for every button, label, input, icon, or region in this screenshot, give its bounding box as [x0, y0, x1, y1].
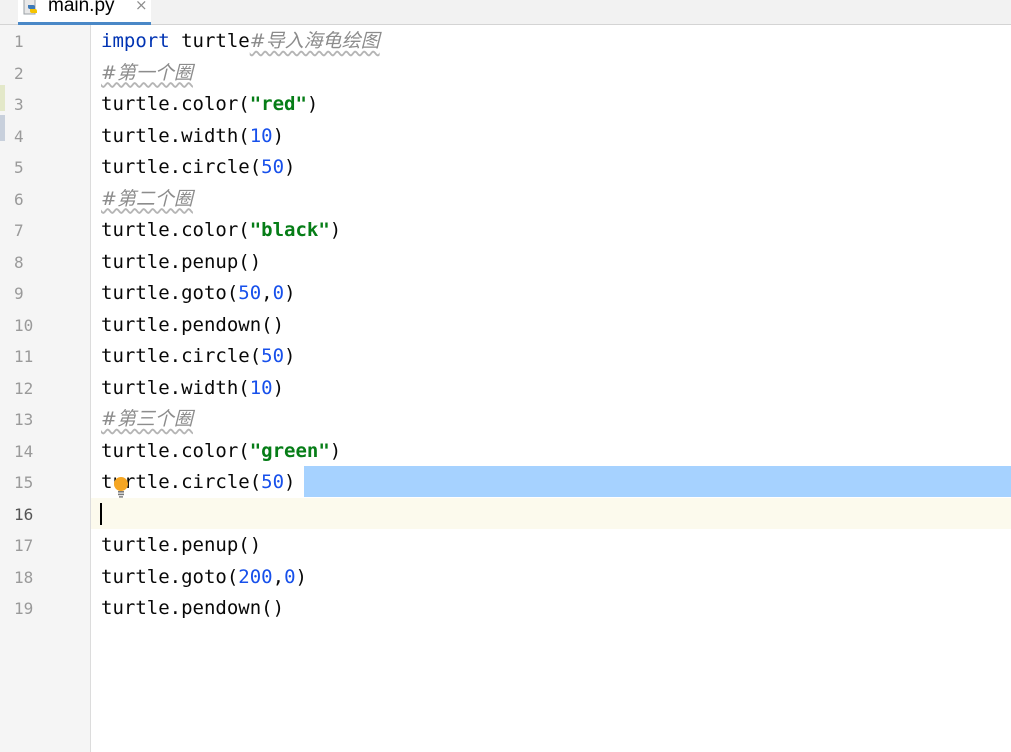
code-token: #导入海龟绘图 — [249, 30, 380, 52]
line-number: 5 — [14, 158, 24, 177]
code-line[interactable]: turtle.circle(50) — [101, 467, 296, 498]
code-line[interactable]: turtle.penup() — [101, 247, 261, 278]
code-line[interactable]: turtle.pendown() — [101, 310, 284, 341]
code-token: turtle.pendown() — [101, 313, 285, 336]
code-token: turtle.penup() — [101, 250, 262, 273]
code-line[interactable]: #第三个圈 — [101, 404, 193, 435]
code-line[interactable]: turtle.circle(50) — [101, 152, 296, 183]
code-line[interactable]: import turtle#导入海龟绘图 — [101, 26, 380, 57]
code-token: #第二个圈 — [101, 187, 193, 210]
line-number: 19 — [14, 599, 34, 618]
line-number-gutter[interactable]: 1 2 3 4 5 6 7 8 9 10 11 12 13 14 15 16 17 18 19 — [0, 25, 91, 752]
code-token: ) — [272, 376, 285, 399]
line-number: 18 — [14, 567, 34, 587]
code-token: import — [101, 30, 170, 52]
line-number: 14 — [14, 441, 34, 461]
code-token: ) — [284, 156, 296, 178]
code-token: ) — [329, 439, 342, 462]
code-token: turtle.width( — [101, 124, 250, 147]
code-token: ) — [329, 219, 342, 241]
line-number: 13 — [14, 410, 34, 429]
code-token: ) — [284, 282, 296, 304]
code-token: 200 — [238, 565, 273, 588]
line-number: 11 — [14, 347, 34, 366]
code-token: ) — [284, 345, 296, 367]
code-token: 0 — [284, 565, 296, 588]
code-line[interactable]: #第一个圈 — [101, 58, 193, 89]
code-line[interactable]: turtle.goto(50,0) — [101, 278, 296, 309]
code-editor[interactable]: import turtle#导入海龟绘图 #第一个圈 turtle.color("r… — [91, 25, 1011, 752]
code-line[interactable]: turtle.circle(50) — [101, 341, 296, 372]
line-number: 2 — [14, 63, 24, 83]
code-token: ) — [306, 93, 319, 115]
code-token: ) — [295, 565, 307, 588]
line-number: 12 — [14, 378, 34, 398]
code-token: "green" — [249, 439, 330, 462]
code-token: turtle — [169, 30, 250, 52]
code-token: ) — [284, 471, 296, 493]
line-number: 8 — [14, 252, 24, 272]
code-token: 0 — [272, 282, 285, 304]
code-token: turtle.goto( — [101, 565, 239, 588]
code-token: 10 — [249, 124, 273, 147]
code-token: ) — [272, 124, 285, 147]
code-line[interactable]: #第二个圈 — [101, 184, 193, 215]
code-line[interactable]: turtle.color("black") — [101, 215, 341, 246]
code-line[interactable]: turtle.width(10) — [101, 121, 284, 152]
code-token: , — [261, 282, 273, 304]
close-icon[interactable]: × — [135, 0, 148, 14]
text-caret — [100, 503, 102, 525]
line-number: 15 — [14, 473, 34, 492]
current-line-highlight — [91, 498, 1011, 529]
code-token: 50 — [261, 471, 285, 493]
line-number: 16 — [14, 504, 34, 524]
code-token: 10 — [249, 376, 273, 399]
code-line[interactable]: turtle.width(10) — [101, 373, 284, 404]
editor-tab-bar: main.py × — [0, 0, 1011, 25]
code-token: 50 — [238, 282, 262, 304]
code-line[interactable]: turtle.color("green") — [101, 436, 341, 467]
code-line[interactable]: turtle.goto(200,0) — [101, 562, 307, 593]
code-token: 50 — [261, 156, 285, 178]
code-token: "red" — [249, 93, 307, 115]
code-token: turtle.color( — [101, 219, 250, 241]
code-token: #第三个圈 — [101, 408, 193, 430]
code-token: turtle.width( — [101, 376, 250, 399]
code-token: #第一个圈 — [101, 61, 193, 84]
line-number: 17 — [14, 536, 34, 555]
code-token: "black" — [249, 219, 330, 241]
lightbulb-icon[interactable] — [112, 476, 130, 498]
code-token: turtle.pendown() — [101, 597, 285, 619]
gutter-change-marker — [0, 85, 5, 111]
code-token: turtle.color( — [101, 93, 250, 115]
code-token: 50 — [261, 345, 285, 367]
code-token: turtle.goto( — [101, 282, 239, 304]
code-token: turtle.circle( — [101, 156, 262, 178]
tab-label: main.py — [48, 0, 115, 16]
code-token: turtle.color( — [101, 439, 250, 462]
code-line[interactable]: turtle.color("red") — [101, 89, 318, 120]
code-line[interactable]: turtle.penup() — [101, 530, 261, 561]
python-file-icon — [22, 0, 40, 16]
line-number: 1 — [14, 32, 24, 51]
text-selection — [304, 466, 1011, 497]
tab-main-py[interactable]: main.py × — [18, 0, 151, 25]
line-number: 6 — [14, 189, 24, 209]
line-number: 9 — [14, 284, 24, 303]
line-number: 3 — [14, 95, 24, 114]
gutter-scroll-marker — [0, 115, 5, 141]
code-line[interactable]: turtle.pendown() — [101, 593, 284, 624]
line-number: 10 — [14, 315, 34, 335]
line-number: 4 — [14, 126, 24, 146]
code-token: , — [272, 565, 285, 588]
code-token: turtle.circle( — [101, 345, 262, 367]
code-token: turtle.penup() — [101, 534, 262, 556]
line-number: 7 — [14, 221, 24, 240]
